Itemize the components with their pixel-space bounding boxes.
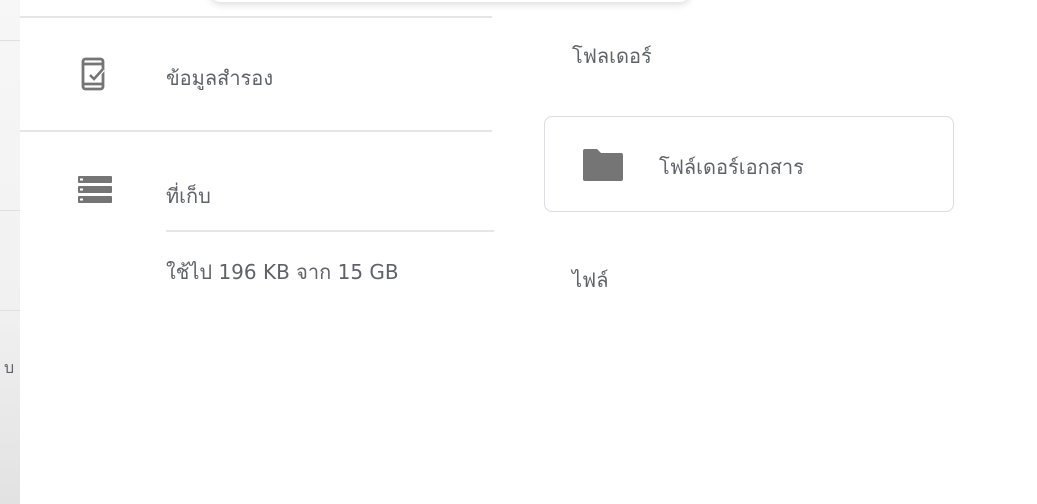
storage-icon: [78, 176, 112, 203]
phone-check-icon: [81, 57, 105, 91]
sidebar-item-label: ที่เก็บ: [166, 184, 211, 208]
folder-icon: [583, 149, 623, 181]
sidebar-item-storage[interactable]: ที่เก็บ: [20, 150, 492, 230]
background-page-strip: บ: [0, 0, 20, 504]
files-heading: ไฟล์: [572, 268, 609, 292]
storage-usage-bar: [166, 230, 494, 232]
background-divider: [0, 40, 20, 41]
sidebar-item-backup[interactable]: ข้อมูลสำรอง: [20, 36, 492, 116]
storage-usage-text: ใช้ไป 196 KB จาก 15 GB: [166, 260, 399, 284]
sidebar-divider: [20, 16, 492, 18]
sidebar-item-label: ข้อมูลสำรอง: [166, 66, 274, 90]
folder-card[interactable]: โฟล์เดอร์เอกสาร: [544, 116, 954, 212]
background-divider: [0, 310, 20, 311]
folders-heading: โฟลเดอร์: [572, 44, 652, 68]
sidebar-divider: [20, 130, 492, 132]
background-divider: [0, 210, 20, 211]
drive-panel: ข้อมูลสำรอง ที่เก็บ ใช้ไป 196 KB จาก 15 …: [20, 0, 1037, 504]
folder-name: โฟล์เดอร์เอกสาร: [659, 155, 804, 179]
panel-top-edge: [210, 0, 690, 2]
background-text: บ: [4, 358, 15, 377]
